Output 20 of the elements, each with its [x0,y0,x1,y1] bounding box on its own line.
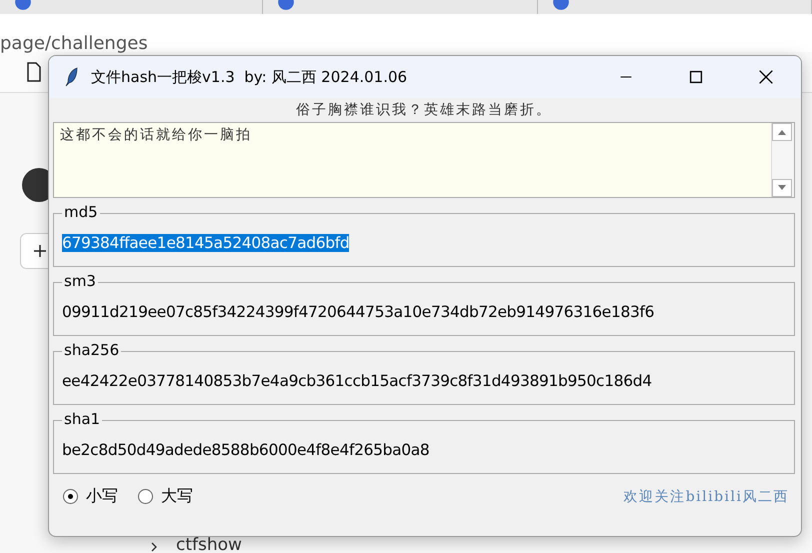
case-radio[interactable]: 大写 [138,486,193,507]
scroll-down-icon[interactable] [772,179,792,197]
scroll-up-icon[interactable] [772,123,792,141]
hash-value[interactable]: be2c8d50d49adede8588b6000e4f8e4f265ba0a8 [62,441,430,459]
case-radio[interactable]: 小写 [63,486,118,507]
document-icon [26,62,42,82]
follow-text: 欢迎关注bilibili风二西 [624,488,790,506]
feather-icon [65,67,79,87]
close-icon[interactable] [757,68,775,86]
hash-value[interactable]: ee42422e03778140853b7e4a9cb361ccb15acf3739c8f31d493891b950c186d4 [62,372,652,390]
chevron-icon[interactable] [150,541,158,553]
address-bar[interactable]: page/challenges [0,14,812,52]
input-text-area[interactable]: 这都不会的话就给你一脑拍 [53,122,795,198]
window-title: 文件hash一把梭v1.3 by: 风二西 2024.01.06 [91,68,408,86]
hash-value[interactable]: 679384ffaee1e8145a52408ac7ad6bfd [62,234,350,252]
motto-text: 俗子胸襟谁识我？英雄末路当磨折。 [295,101,553,120]
scrollbar[interactable] [771,123,794,197]
hash-value[interactable]: 09911d219ee07c85f34224399f4720644753a10e734db72eb914976316e183f6 [62,303,654,321]
maximize-icon[interactable] [687,68,705,86]
tree-item[interactable]: ctfshow [176,535,242,553]
